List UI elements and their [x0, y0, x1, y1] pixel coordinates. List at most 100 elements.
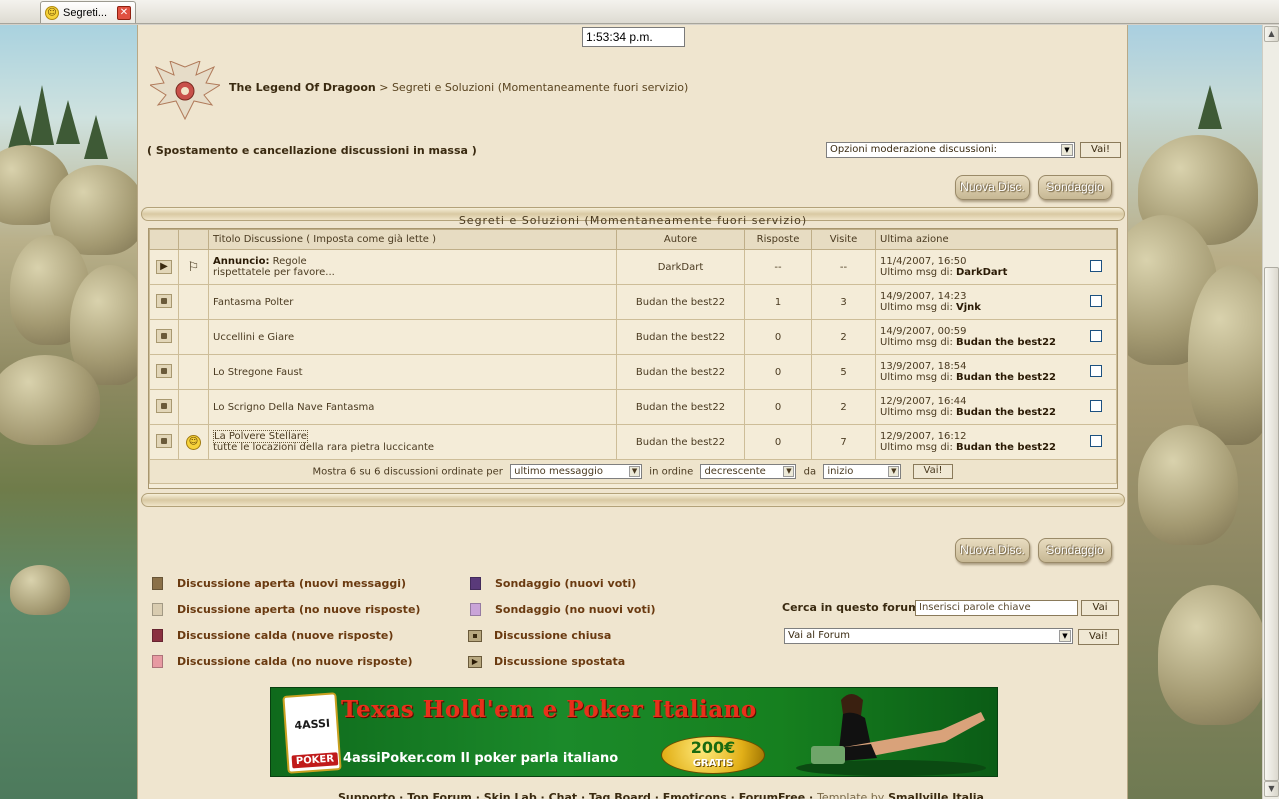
- topic-views: 2: [811, 389, 876, 425]
- topic-replies: --: [744, 249, 812, 285]
- topic-views: 2: [811, 319, 876, 355]
- topic-author[interactable]: Budan the best22: [616, 389, 745, 425]
- tree-icon: [1198, 85, 1222, 129]
- last-user-link[interactable]: Budan the best22: [956, 337, 1056, 348]
- poll-nonew-icon: [470, 603, 481, 616]
- footer-link[interactable]: ForumFree: [739, 791, 806, 799]
- template-author-link[interactable]: Smallville Italia: [888, 791, 984, 799]
- new-topic-button-bottom[interactable]: Nuova Disc.: [955, 538, 1030, 563]
- rock: [10, 565, 70, 615]
- topic-author[interactable]: Budan the best22: [616, 424, 745, 460]
- topic-title-link[interactable]: Lo Scrigno Della Nave Fantasma: [213, 402, 374, 413]
- table-row: ☺ La Polvere Stellare tutte le locazioni d…: [149, 424, 1117, 460]
- footer-link[interactable]: Emoticons: [663, 791, 727, 799]
- from-select[interactable]: inizio ▼: [823, 464, 902, 479]
- search-go-button[interactable]: Vai: [1081, 600, 1119, 616]
- page-scrollbar[interactable]: ▲ ▼: [1262, 25, 1279, 799]
- last-user-link[interactable]: Budan the best22: [956, 407, 1056, 418]
- footer-separator: ·: [654, 791, 659, 799]
- topic-title-cell: Lo Stregone Faust: [208, 354, 617, 390]
- topic-author[interactable]: DarkDart: [616, 249, 745, 285]
- topic-title-link[interactable]: Regole: [273, 256, 307, 267]
- topic-author[interactable]: Budan the best22: [616, 354, 745, 390]
- close-tab-icon[interactable]: ✕: [117, 6, 131, 20]
- table-row: Uccellini e Giare Budan the best22 0 2 14/9/…: [149, 319, 1117, 355]
- select-topic-checkbox[interactable]: [1090, 330, 1102, 342]
- topic-title-link[interactable]: Fantasma Polter: [213, 297, 293, 308]
- select-topic-checkbox[interactable]: [1090, 295, 1102, 307]
- footer-link[interactable]: Chat: [549, 791, 578, 799]
- breadcrumb-forum-link[interactable]: The Legend Of Dragoon: [229, 81, 376, 94]
- breadcrumb-separator: >: [379, 81, 389, 94]
- hot-new-icon: [152, 629, 163, 642]
- topic-subtitle: rispettatele per favore...: [213, 267, 335, 278]
- last-user-link[interactable]: DarkDart: [956, 267, 1007, 278]
- footer-link[interactable]: Tag Board: [589, 791, 651, 799]
- select-topic-checkbox[interactable]: [1090, 260, 1102, 272]
- sort-by-value: ultimo messaggio: [514, 466, 603, 477]
- topic-replies: 1: [744, 284, 812, 320]
- poll-button-bottom[interactable]: Sondaggio: [1038, 538, 1112, 563]
- jump-go-button[interactable]: Vai!: [1078, 629, 1119, 645]
- footer-link[interactable]: Skin Lab: [484, 791, 537, 799]
- lock-icon: [156, 398, 172, 413]
- new-topic-button-top[interactable]: Nuova Disc.: [955, 175, 1030, 200]
- table-row: ▶ ⚐ Annuncio: Regole rispettatele per favor…: [149, 249, 1117, 285]
- legend-label: Discussione chiusa: [494, 629, 612, 642]
- topic-emoji-cell: [178, 284, 209, 320]
- topic-title-cell: Fantasma Polter: [208, 284, 617, 320]
- tree-icon: [84, 115, 108, 159]
- scrollbar-thumb[interactable]: [1264, 267, 1279, 781]
- select-topic-checkbox[interactable]: [1090, 400, 1102, 412]
- hot-nonew-icon: [152, 655, 163, 668]
- jump-forum-select[interactable]: Vai al Forum ▼: [784, 628, 1073, 644]
- topic-title-link[interactable]: Uccellini e Giare: [213, 332, 294, 343]
- footer-link[interactable]: Supporto: [338, 791, 395, 799]
- topic-title-link[interactable]: Lo Stregone Faust: [213, 367, 303, 378]
- topic-author[interactable]: Budan the best22: [616, 319, 745, 355]
- mass-moderation-link[interactable]: ( Spostamento e cancellazione discussion…: [147, 144, 477, 157]
- topic-author[interactable]: Budan the best22: [616, 284, 745, 320]
- search-input[interactable]: Inserisci parole chiave: [915, 600, 1078, 616]
- topic-emoji-cell: [178, 354, 209, 390]
- footer-link[interactable]: Top Forum: [407, 791, 472, 799]
- last-user-link[interactable]: Budan the best22: [956, 372, 1056, 383]
- poll-new-icon: [470, 577, 481, 590]
- from-value: inizio: [827, 466, 854, 477]
- table-row: Lo Scrigno Della Nave Fantasma Budan the …: [149, 389, 1117, 425]
- select-topic-checkbox[interactable]: [1090, 435, 1102, 447]
- left-scenery: [0, 25, 137, 799]
- sort-by-select[interactable]: ultimo messaggio ▼: [510, 464, 643, 479]
- topic-status-cell: ▶: [149, 249, 179, 285]
- bonus-badge: 200€ GRATIS: [661, 736, 765, 774]
- topic-emoji-cell: ☺: [178, 424, 209, 460]
- last-prefix: Ultimo msg di:: [880, 337, 953, 348]
- topic-replies: 0: [744, 319, 812, 355]
- order-value: decrescente: [704, 466, 766, 477]
- table-row: Lo Stregone Faust Budan the best22 0 5 13/9/…: [149, 354, 1117, 390]
- scroll-up-icon[interactable]: ▲: [1264, 26, 1279, 42]
- last-user-link[interactable]: Budan the best22: [956, 442, 1056, 453]
- moved-arrow-icon: ▶: [468, 655, 482, 668]
- topic-last-action: 12/9/2007, 16:44 Ultimo msg di: Budan the…: [875, 389, 1117, 425]
- scroll-down-icon[interactable]: ▼: [1264, 781, 1279, 797]
- header-views: Visite: [811, 229, 876, 250]
- sort-go-button[interactable]: Vai!: [912, 464, 954, 479]
- browser-tab[interactable]: ☺ Segreti... ✕: [40, 1, 136, 23]
- moderation-go-button[interactable]: Vai!: [1080, 142, 1121, 158]
- order-select[interactable]: decrescente ▼: [700, 464, 797, 479]
- topic-list-frame: Segreti e Soluzioni (Momentaneamente fuo…: [141, 207, 1125, 513]
- mark-read-link[interactable]: ( Imposta come già lette ): [306, 234, 436, 245]
- breadcrumb-section[interactable]: Segreti e Soluzioni (Momentaneamente fuo…: [392, 81, 688, 94]
- topic-status-cell: [149, 389, 179, 425]
- last-prefix: Ultimo msg di:: [880, 407, 953, 418]
- footer-links: Supporto · Top Forum · Skin Lab · Chat ·…: [338, 791, 984, 799]
- poker-banner-ad[interactable]: 4ASSI POKER Texas Hold'em e Poker Italia…: [270, 687, 998, 777]
- last-date: 12/9/2007, 16:12: [880, 431, 967, 442]
- poll-button-top[interactable]: Sondaggio: [1038, 175, 1112, 200]
- last-user-link[interactable]: Vjnk: [956, 302, 981, 313]
- badge-word: GRATIS: [692, 758, 734, 769]
- legend-hot-new: Discussione calda (nuove risposte): [152, 629, 393, 642]
- moderation-select[interactable]: Opzioni moderazione discussioni: ▼: [826, 142, 1075, 158]
- select-topic-checkbox[interactable]: [1090, 365, 1102, 377]
